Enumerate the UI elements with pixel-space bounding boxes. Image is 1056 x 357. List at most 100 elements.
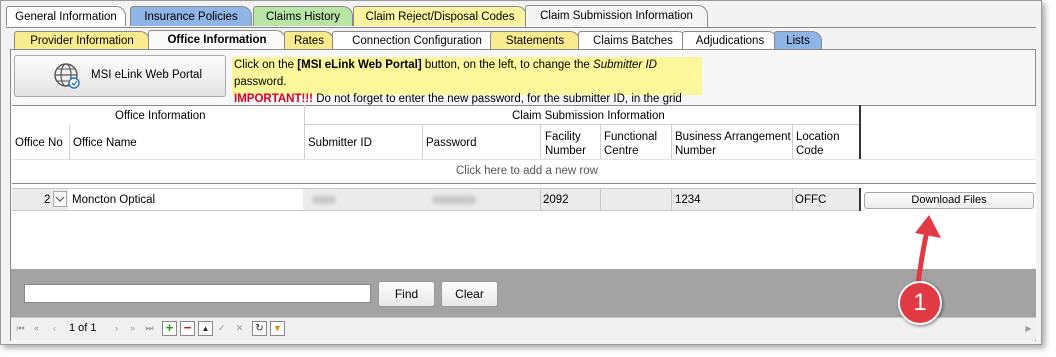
- cell-divider: [859, 188, 861, 211]
- previous-block-icon[interactable]: «: [31, 323, 42, 334]
- tab-claim-submission-information[interactable]: Claim Submission Information: [525, 5, 708, 27]
- page-indicator: 1 of 1: [69, 322, 97, 334]
- header-line: Code: [796, 145, 824, 157]
- col-divider: [422, 125, 423, 159]
- submitter-id-redacted: [312, 196, 336, 204]
- cell-divider: [671, 188, 672, 211]
- tab-rates[interactable]: Rates: [284, 31, 334, 49]
- header-line: Centre: [604, 145, 639, 157]
- tab-label: Insurance Policies: [144, 11, 238, 23]
- next-page-icon[interactable]: ›: [111, 323, 122, 334]
- col-header-business-arrangement[interactable]: Business Arrangement Number: [675, 130, 791, 158]
- tab-label: Provider Information: [30, 35, 134, 47]
- notice-text: button, on the left, to change the: [421, 59, 594, 71]
- password-notice: Click on the [MSI eLink Web Portal] butt…: [232, 57, 702, 122]
- move-up-icon[interactable]: ▲: [198, 321, 213, 336]
- notice-text: password.: [234, 76, 287, 88]
- col-divider: [792, 125, 793, 159]
- header-line: Number: [545, 145, 586, 157]
- tab-label: Rates: [293, 35, 325, 47]
- office-name-value[interactable]: Moncton Optical: [72, 194, 155, 206]
- password-redacted: [432, 196, 476, 204]
- tab-lists[interactable]: Lists: [774, 31, 822, 49]
- tab-insurance-policies[interactable]: Insurance Policies: [130, 6, 252, 26]
- find-button[interactable]: Find: [378, 281, 435, 307]
- header-bottom: [12, 159, 1036, 160]
- last-page-icon[interactable]: ⏭: [144, 323, 155, 334]
- delete-row-icon[interactable]: −: [180, 321, 195, 336]
- filter-icon[interactable]: ▼: [270, 321, 285, 336]
- cancel-icon[interactable]: ✕: [234, 323, 245, 334]
- header-group-claim-submission: Claim Submission Information: [512, 110, 665, 122]
- col-divider: [540, 125, 541, 159]
- tab-general-information[interactable]: General Information: [6, 6, 126, 26]
- tab-label: Claim Reject/Disposal Codes: [365, 11, 515, 23]
- office-no-value[interactable]: 2: [44, 194, 50, 206]
- notice-important: IMPORTANT!!!: [234, 93, 313, 105]
- col-header-functional-centre[interactable]: Functional Centre: [604, 130, 657, 158]
- tab-office-information[interactable]: Office Information: [148, 30, 286, 50]
- tab-claim-reject-disposal-codes[interactable]: Claim Reject/Disposal Codes: [353, 6, 527, 26]
- notice-text-italic: Submitter ID: [593, 59, 657, 71]
- tab-claims-history[interactable]: Claims History: [253, 6, 353, 26]
- cell-divider: [792, 188, 793, 211]
- cell-divider: [600, 188, 601, 211]
- notice-text-bold: [MSI eLink Web Portal]: [297, 59, 422, 71]
- header-line: Number: [675, 145, 716, 157]
- chevron-down-icon: [55, 196, 65, 202]
- header-group-office-information: Office Information: [115, 110, 206, 122]
- add-row-icon[interactable]: +: [162, 321, 177, 336]
- tab-connection-configuration[interactable]: Connection Configuration: [332, 31, 502, 49]
- col-header-submitter-id[interactable]: Submitter ID: [308, 137, 372, 149]
- notice-line-1: Click on the [MSI eLink Web Portal] butt…: [234, 57, 702, 91]
- tab-label: Claim Submission Information: [540, 10, 693, 22]
- col-header-password[interactable]: Password: [426, 137, 477, 149]
- first-page-icon[interactable]: ⏮: [15, 323, 26, 334]
- scroll-right-icon[interactable]: ▶: [1023, 323, 1034, 334]
- pager-toolbar: ⏮ « ‹ 1 of 1 › » ⏭ + − ▲ ✓ ✕ ↻ ▼ ▶: [11, 317, 1036, 340]
- col-header-facility[interactable]: Facility Number: [545, 130, 586, 158]
- location-code-value[interactable]: OFFC: [795, 194, 826, 206]
- msi-elink-portal-button[interactable]: MSI eLink Web Portal: [14, 55, 226, 97]
- tab-divider: [6, 27, 1036, 28]
- tab-statements[interactable]: Statements: [490, 31, 580, 49]
- header-line: Location: [796, 131, 840, 143]
- previous-page-icon[interactable]: ‹: [49, 323, 60, 334]
- add-row-bottom: [12, 183, 1036, 184]
- tab-label: Claims Batches: [593, 35, 673, 47]
- globe-icon: [54, 63, 80, 89]
- find-input[interactable]: [24, 284, 371, 303]
- accept-icon[interactable]: ✓: [216, 323, 227, 334]
- refresh-icon[interactable]: ↻: [252, 321, 267, 336]
- notice-text: Click on the: [234, 59, 298, 71]
- col-divider: [600, 125, 601, 159]
- business-number-value[interactable]: 1234: [675, 194, 701, 206]
- tab-provider-information[interactable]: Provider Information: [14, 31, 150, 49]
- portal-button-label: MSI eLink Web Portal: [91, 69, 203, 81]
- col-divider: [69, 125, 70, 159]
- tab-label: Claims History: [265, 11, 341, 23]
- header-divider: [304, 124, 859, 125]
- next-block-icon[interactable]: »: [127, 323, 138, 334]
- tab-label: Statements: [505, 35, 565, 47]
- header-line: Business Arrangement: [675, 131, 791, 143]
- col-divider: [859, 105, 861, 159]
- office-no-dropdown[interactable]: [53, 191, 67, 207]
- col-header-office-name[interactable]: Office Name: [73, 137, 137, 149]
- col-divider: [671, 125, 672, 159]
- cell-divider: [540, 188, 541, 211]
- facility-number-value[interactable]: 2092: [543, 194, 569, 206]
- clear-button[interactable]: Clear: [441, 281, 498, 307]
- tab-label: Lists: [786, 35, 810, 47]
- col-divider: [304, 105, 305, 159]
- step-marker: 1: [898, 281, 942, 325]
- col-header-location-code[interactable]: Location Code: [796, 130, 839, 158]
- header-line: Functional: [604, 131, 658, 143]
- tab-adjudications[interactable]: Adjudications: [682, 31, 778, 49]
- tab-claims-batches[interactable]: Claims Batches: [578, 31, 688, 49]
- tab-label: Office Information: [167, 34, 267, 46]
- col-header-office-no[interactable]: Office No: [15, 137, 63, 149]
- add-new-row[interactable]: Click here to add a new row: [456, 165, 598, 177]
- tab-label: General Information: [15, 11, 117, 23]
- tab-label: Connection Configuration: [352, 35, 482, 47]
